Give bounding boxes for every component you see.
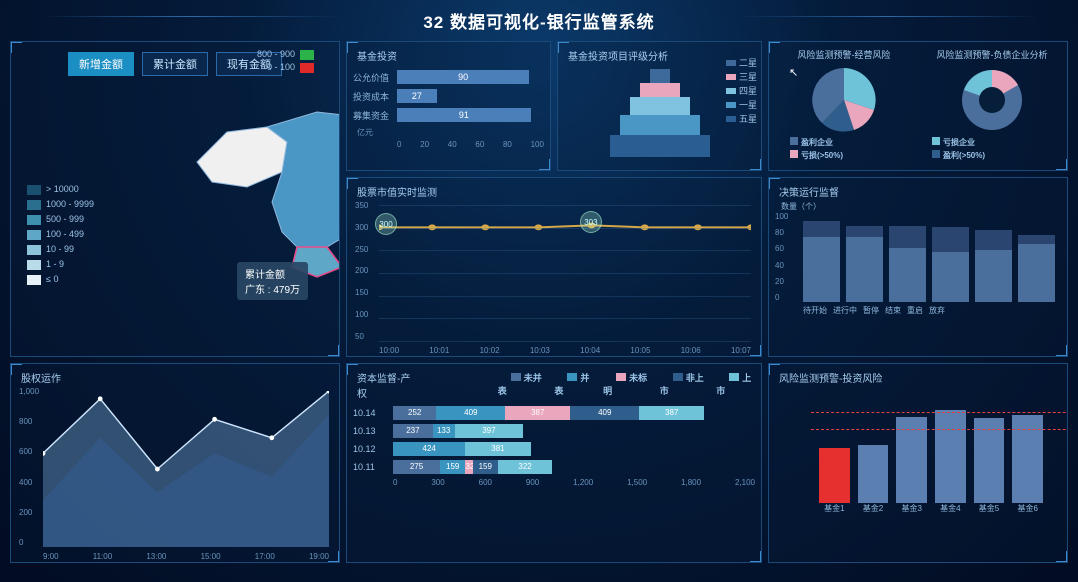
title-bar: 32 数据可视化-银行监管系统	[0, 0, 1078, 37]
pyramid-legend: 二星 三星 四星 一星 五星	[713, 56, 757, 126]
panel-title: 基金投资	[353, 46, 544, 65]
cursor-icon: ↖	[789, 66, 798, 79]
axis-label: 亿元	[353, 127, 544, 138]
data-marker: 303	[580, 211, 602, 233]
bar: 91	[397, 108, 531, 122]
panel-risk-pies: 风险监测预警-经营风险 ↖ 风险监测预警-负债企业分析	[768, 41, 1068, 171]
panel-title: 资本监督-产权	[353, 368, 418, 402]
cap-legend: 未并表 并表 未标明 非上市 上市	[418, 369, 755, 401]
panel-decision-monitor: 决策运行监督 数量（个） 100806040200 待开始进行中暂停结束重启放弃	[768, 177, 1068, 357]
stacked-bars	[797, 212, 1061, 302]
data-marker: 300	[375, 213, 397, 235]
area-chart	[43, 391, 329, 547]
bar-label: 投资成本	[353, 90, 397, 103]
bar-label: 公允价值	[353, 71, 397, 84]
panel-title: 风险监测预警-负债企业分析	[923, 46, 1061, 63]
axis-label: 数量（个）	[775, 201, 1061, 212]
pyramid-chart	[605, 67, 715, 157]
panel-map: 新增金额 累计金额 现有金额 800 - 900 0 - 100 > 10000…	[10, 41, 340, 357]
map-tooltip: 累计金额 广东 : 479万	[237, 262, 308, 300]
panel-fund-rating: 基金投资项目评级分析 二星 三星 四星 一星 五星	[557, 41, 762, 171]
map-legend: > 10000 1000 - 9999 500 - 999 100 - 499 …	[27, 182, 94, 287]
panel-title: 股票市值实时监测	[353, 182, 755, 201]
x-axis: 020406080100	[353, 140, 544, 149]
pie1-legend: 盈利企业 亏损企业 亏损(>50%) 盈利(>50%)	[775, 137, 1061, 162]
bar: 27	[397, 89, 437, 103]
pie-liability	[957, 65, 1027, 135]
china-map[interactable]	[177, 72, 340, 292]
panel-title: 股权运作	[17, 368, 333, 387]
page-title: 32 数据可视化-银行监管系统	[0, 8, 1078, 33]
range-legend: 800 - 900 0 - 100	[257, 48, 319, 74]
panel-capital-equity: 资本监督-产权 未并表 并表 未标明 非上市 上市 10.14252409387…	[346, 363, 762, 563]
panel-equity-ops: 股权运作 1,0008006004002000 9:0011:0013:0015…	[10, 363, 340, 563]
panel-risk-invest: 风险监测预警-投资风险 6,0005,0004,0003,0002,0001,0…	[768, 363, 1068, 563]
panel-title: 风险监测预警-经营风险	[775, 46, 913, 63]
bar-label: 募集资金	[353, 109, 397, 122]
panel-stock-realtime: 股票市值实时监测 35030025020015010050 300 303 10…	[346, 177, 762, 357]
risk-bars: 5000 4000	[811, 393, 1051, 503]
pie-business	[809, 65, 879, 135]
panel-title: 风险监测预警-投资风险	[775, 368, 1061, 387]
panel-title: 决策运行监督	[775, 182, 1061, 201]
tab-new[interactable]: 新增金额	[68, 52, 134, 76]
panel-fund-invest: 基金投资 公允价值90 投资成本27 募集资金91 亿元 02040608010…	[346, 41, 551, 171]
bar: 90	[397, 70, 529, 84]
line-chart: 300 303	[379, 205, 751, 341]
